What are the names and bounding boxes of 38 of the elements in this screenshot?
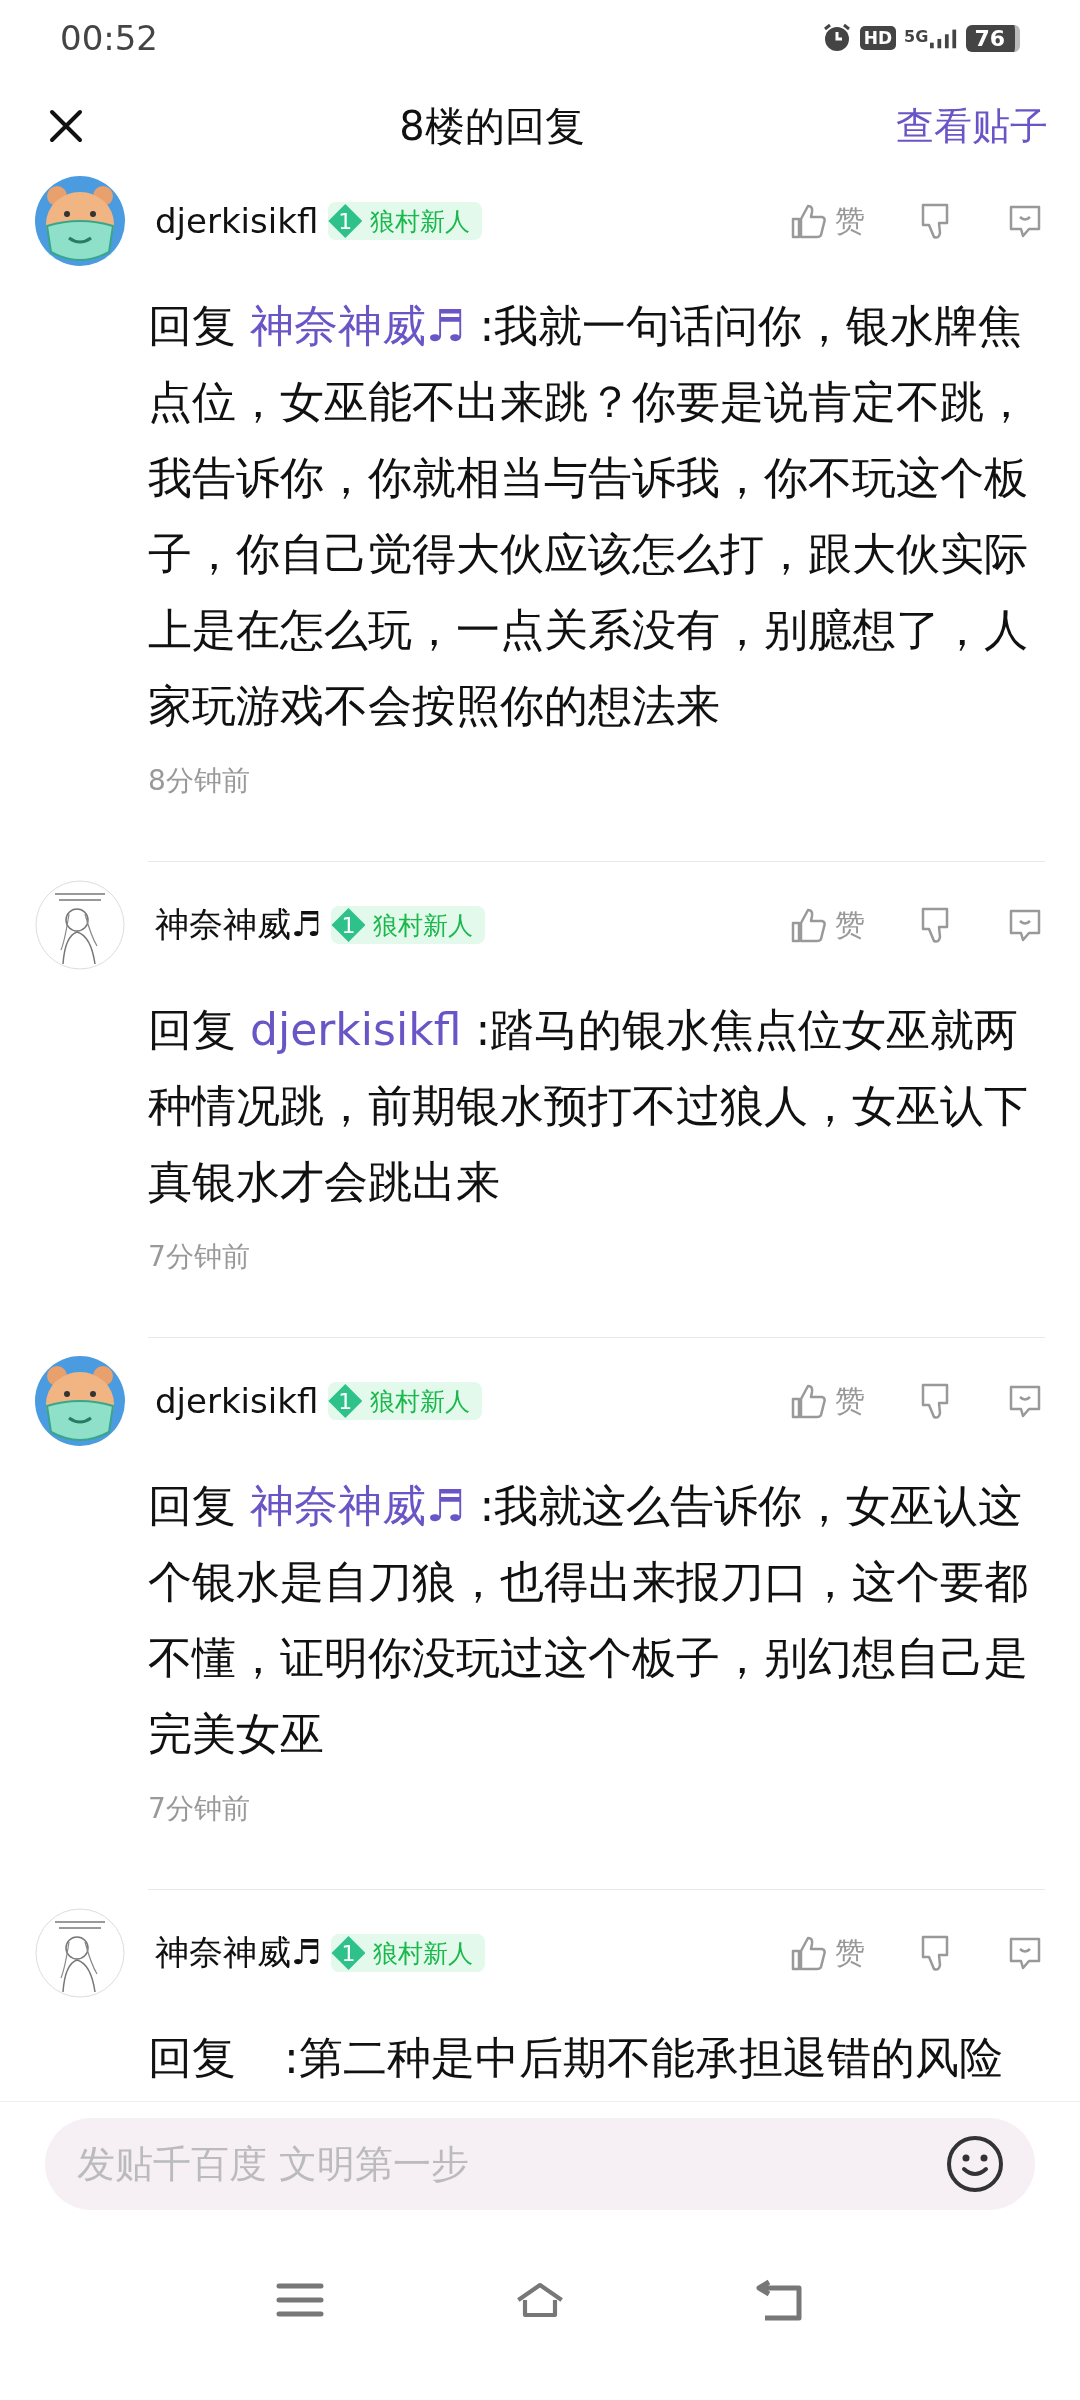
back-icon[interactable] [755,2278,805,2322]
like-button[interactable]: 赞 [789,904,865,946]
signal-icon [930,27,959,49]
mention-link[interactable]: djerkisikfl [250,1004,462,1055]
page-title: 8楼的回复 [399,101,585,151]
avatar-icon [35,1908,125,1998]
view-post-link[interactable]: 查看贴子 [896,100,1048,152]
comment-time: 7分钟前 [148,1791,250,1827]
avatar-icon [35,880,125,970]
level-badge: 1 狼村新人 [328,202,483,240]
reply-text: 回复 djerkisikfl :踏马的银水焦点位女巫就两种情况跳，前期银水预打不过狼人，女巫认下真银水才会跳出来 [148,1003,1029,1209]
comment-time: 8分钟前 [148,763,250,799]
reply-text: 回复 神奈神威♬ :我就一句话问你，银水牌焦点位，女巫能不出来跳？你要是说肯定不跳，我告诉你，你就相当与告诉我，你不玩这个板子，你自己觉得大伙应该怎么打，跟大伙实际上是在怎么玩，一点关系没有，别臆想了，人家玩游戏不会按照你的想法来 [148,299,1029,733]
username[interactable]: 神奈神威♬ [155,902,322,948]
emoji-icon[interactable] [945,2134,1005,2194]
level-badge: 1 狼村新人 [331,1934,486,1972]
battery-icon: 76 [966,24,1020,52]
avatar-icon [35,176,125,266]
username[interactable]: djerkisikfl [155,1381,319,1421]
username[interactable]: 神奈神威♬ [155,1930,322,1976]
reply-text: 回复 :第二种是中后期不能承担退错的风险 [148,2031,1004,2085]
level-badge: 1 狼村新人 [331,906,486,944]
comment-input[interactable]: 发贴千百度 文明第一步 [75,2141,945,2187]
network-label: 5G [904,27,929,46]
level-badge: 1 狼村新人 [328,1382,483,1420]
like-button[interactable]: 赞 [789,200,865,242]
alarm-icon [821,23,852,53]
mention-link[interactable]: 神奈神威♬ [250,1480,466,1531]
like-button[interactable]: 赞 [789,1380,865,1422]
status-time: 00:52 [60,18,158,58]
hd-badge: HD [859,26,897,50]
reply-text: 回复 神奈神威♬ :我就这么告诉你，女巫认这个银水是自刀狼，也得出来报刀口，这个要都不懂，证明你没玩过这个板子，别幻想自己是完美女巫 [148,1479,1029,1761]
comment-time: 7分钟前 [148,1239,250,1275]
mention-link[interactable]: 神奈神威♬ [250,300,466,351]
like-button[interactable]: 赞 [789,1932,865,1974]
avatar-icon [35,1356,125,1446]
comment-field[interactable]: 发贴千百度 文明第一步 [45,2118,1035,2210]
username[interactable]: djerkisikfl [155,201,319,241]
